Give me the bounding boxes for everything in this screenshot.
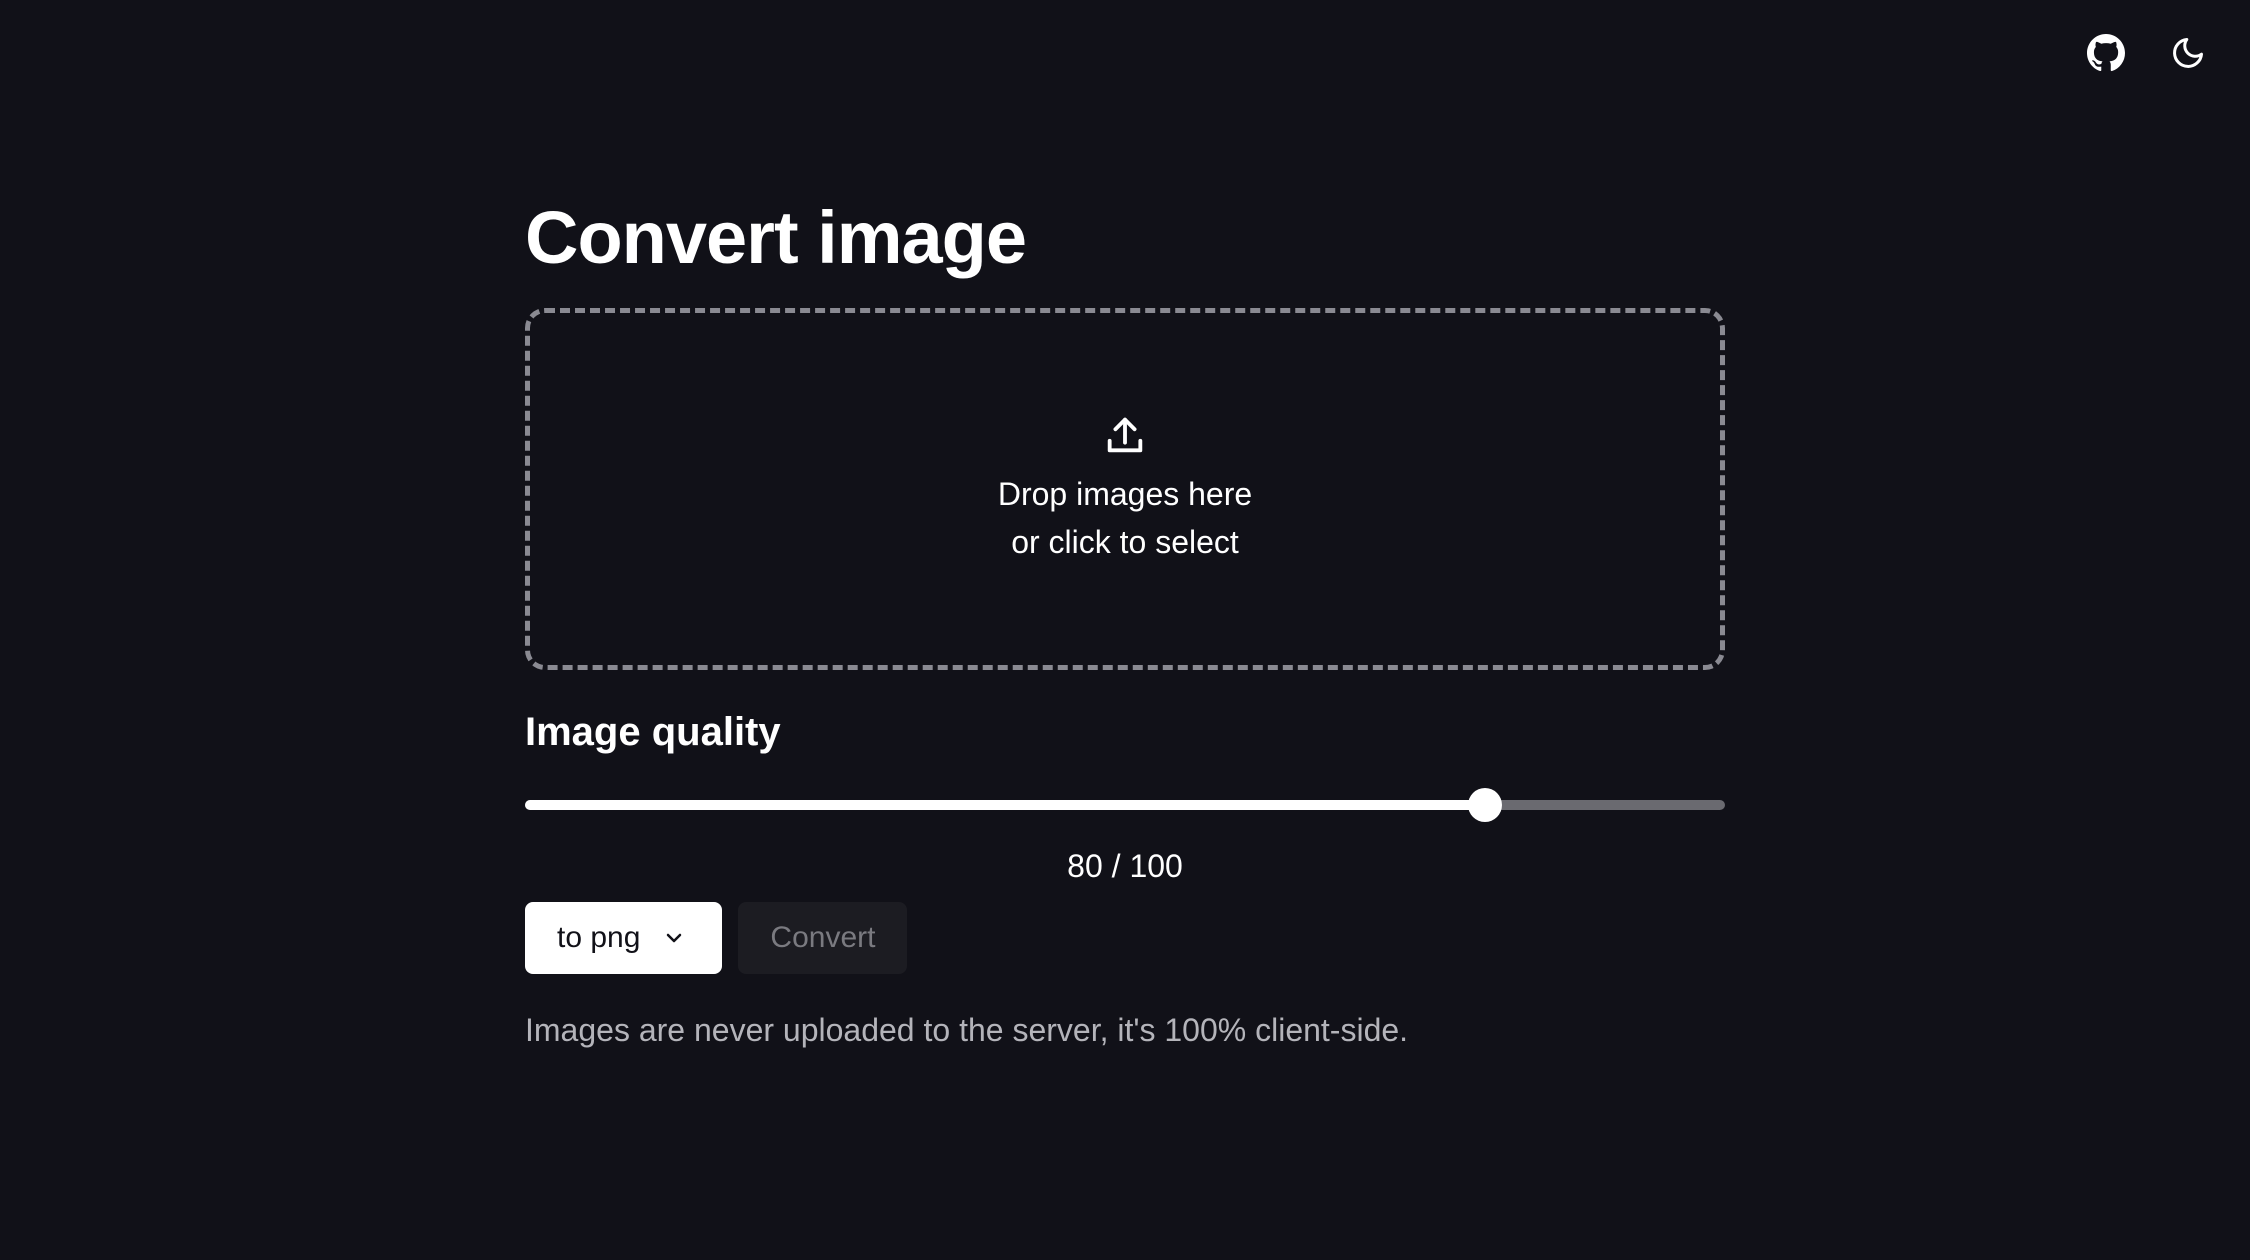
upload-icon [1107,417,1143,453]
theme-toggle-button[interactable] [2168,33,2208,73]
format-select[interactable]: to png [525,902,723,974]
quality-slider[interactable] [525,786,1725,822]
github-icon [2087,34,2125,72]
page-title: Convert image [525,196,1027,279]
quality-value: 80 / 100 [1067,848,1183,884]
format-select-value: to png [557,921,641,954]
dropzone-text-line-1: Drop images here [997,476,1253,512]
main-content: Convert image Drop images here or click … [525,190,1725,1052]
github-link[interactable] [2086,33,2126,73]
moon-icon [2173,38,2203,68]
chevron-down-icon [667,933,682,943]
quality-label: Image quality [525,710,781,754]
convert-button[interactable]: Convert [738,902,908,974]
controls-row: to png Convert [525,902,1725,974]
slider-fill [525,800,1485,810]
privacy-note: Images are never uploaded to the server,… [525,1012,1409,1048]
top-toolbar [2086,33,2208,73]
image-dropzone[interactable]: Drop images here or click to select [525,308,1725,670]
dropzone-text-line-2: or click to select [1011,524,1239,560]
slider-thumb[interactable] [1468,788,1502,822]
